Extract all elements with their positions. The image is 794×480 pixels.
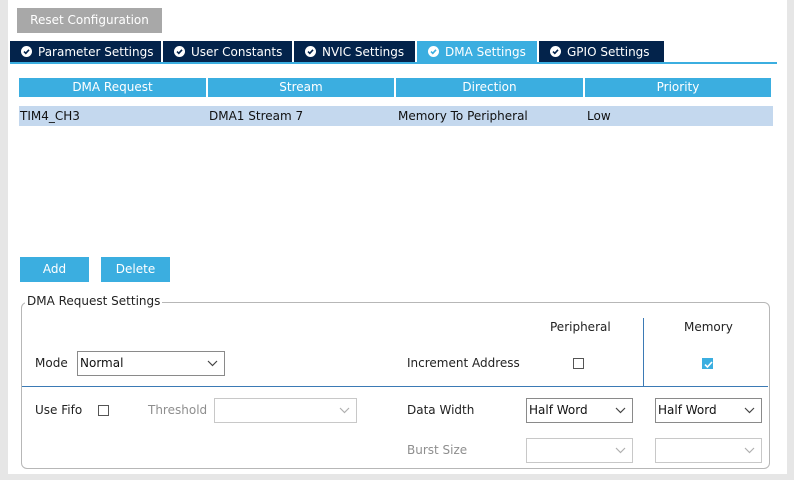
use-fifo-checkbox[interactable] bbox=[98, 405, 109, 416]
column-divider bbox=[643, 318, 644, 386]
window-frame-right bbox=[787, 0, 794, 480]
chevron-down-icon bbox=[744, 447, 755, 454]
column-header-priority[interactable]: Priority bbox=[585, 78, 771, 97]
tab-dma-settings[interactable]: DMA Settings bbox=[417, 41, 537, 62]
group-legend: DMA Request Settings bbox=[25, 294, 163, 308]
tab-gpio-settings[interactable]: GPIO Settings bbox=[539, 41, 664, 62]
use-fifo-label: Use Fifo bbox=[35, 403, 83, 417]
peripheral-column-header: Peripheral bbox=[550, 320, 611, 334]
tab-nvic-settings[interactable]: NVIC Settings bbox=[294, 41, 415, 62]
reset-configuration-button[interactable]: Reset Configuration bbox=[17, 8, 162, 33]
check-circle-icon bbox=[428, 46, 439, 57]
table-row[interactable]: TIM4_CH3 DMA1 Stream 7 Memory To Periphe… bbox=[19, 106, 773, 126]
cell-stream: DMA1 Stream 7 bbox=[209, 109, 304, 123]
data-width-peripheral-select[interactable]: Half Word bbox=[526, 398, 633, 423]
tab-label: NVIC Settings bbox=[322, 44, 405, 59]
chevron-down-icon bbox=[744, 407, 755, 414]
window-frame-left bbox=[0, 0, 8, 480]
cell-direction: Memory To Peripheral bbox=[398, 109, 528, 123]
mode-select-value: Normal bbox=[80, 356, 124, 370]
data-width-label: Data Width bbox=[407, 403, 475, 417]
threshold-select[interactable] bbox=[214, 398, 357, 423]
column-header-direction[interactable]: Direction bbox=[396, 78, 583, 97]
memory-column-header: Memory bbox=[684, 320, 733, 334]
tab-label: User Constants bbox=[191, 44, 283, 59]
settings-tabs: Parameter Settings User Constants NVIC S… bbox=[10, 41, 666, 62]
tab-label: Parameter Settings bbox=[38, 44, 154, 59]
add-button[interactable]: Add bbox=[20, 257, 89, 282]
row-divider bbox=[22, 386, 768, 387]
delete-button[interactable]: Delete bbox=[101, 257, 170, 282]
data-width-memory-value: Half Word bbox=[658, 403, 717, 417]
check-circle-icon bbox=[21, 46, 32, 57]
data-width-peripheral-value: Half Word bbox=[529, 403, 588, 417]
mode-label: Mode bbox=[35, 356, 68, 370]
chevron-down-icon bbox=[615, 447, 626, 454]
column-header-stream[interactable]: Stream bbox=[208, 78, 394, 97]
cell-priority: Low bbox=[587, 109, 611, 123]
increment-address-label: Increment Address bbox=[407, 356, 520, 370]
increment-memory-checkbox[interactable] bbox=[702, 358, 713, 369]
mode-select[interactable]: Normal bbox=[77, 351, 225, 376]
tab-label: GPIO Settings bbox=[567, 44, 650, 59]
tab-parameter-settings[interactable]: Parameter Settings bbox=[10, 41, 161, 62]
cell-dma-request: TIM4_CH3 bbox=[20, 109, 80, 123]
burst-size-peripheral-select[interactable] bbox=[526, 438, 633, 463]
burst-size-memory-select[interactable] bbox=[655, 438, 762, 463]
check-circle-icon bbox=[550, 46, 561, 57]
increment-peripheral-checkbox[interactable] bbox=[573, 358, 584, 369]
dma-table-header: DMA Request Stream Direction Priority bbox=[19, 78, 773, 97]
tab-underline bbox=[10, 62, 777, 64]
burst-size-label: Burst Size bbox=[407, 443, 468, 457]
column-header-dma-request[interactable]: DMA Request bbox=[19, 78, 206, 97]
chevron-down-icon bbox=[339, 407, 350, 414]
checkmark-icon bbox=[704, 361, 713, 369]
chevron-down-icon bbox=[615, 407, 626, 414]
data-width-memory-select[interactable]: Half Word bbox=[655, 398, 762, 423]
check-circle-icon bbox=[305, 46, 316, 57]
tab-user-constants[interactable]: User Constants bbox=[163, 41, 292, 62]
check-circle-icon bbox=[174, 46, 185, 57]
window-frame-bottom bbox=[0, 474, 794, 480]
chevron-down-icon bbox=[207, 360, 218, 367]
threshold-label: Threshold bbox=[148, 403, 208, 417]
tab-label: DMA Settings bbox=[445, 44, 526, 59]
